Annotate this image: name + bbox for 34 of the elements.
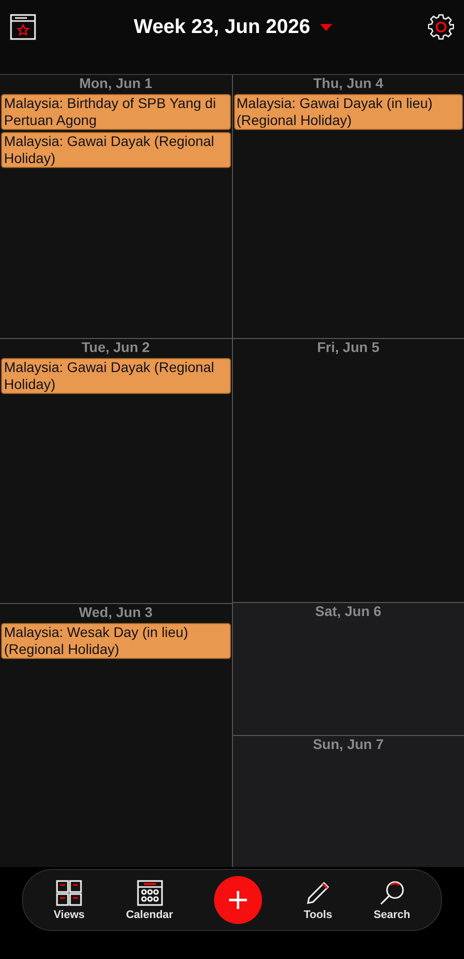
tab-button[interactable]: Tools xyxy=(304,879,332,921)
day-label: Thu, Jun 4 xyxy=(313,75,384,92)
event[interactable]: Malaysia: Gawai Dayak (Regional Holiday) xyxy=(1,358,230,394)
star-calendar-icon xyxy=(10,14,36,40)
tab-button[interactable]: Views xyxy=(54,879,85,921)
tab-button[interactable]: Calendar xyxy=(126,879,174,921)
favorites-button[interactable] xyxy=(10,14,38,42)
day-label: Sat, Jun 6 xyxy=(315,603,382,620)
grid-icon xyxy=(55,879,84,907)
day-label: Mon, Jun 1 xyxy=(79,75,152,92)
plus-icon xyxy=(228,890,248,910)
day-cell[interactable]: Sat, Jun 6 xyxy=(232,602,464,734)
calendar-icon xyxy=(136,879,164,907)
day-label: Sun, Jun 7 xyxy=(312,736,384,752)
add-button[interactable] xyxy=(214,876,262,924)
day-label: Tue, Jun 2 xyxy=(82,339,150,356)
day-cell[interactable]: Thu, Jun 4 Malaysia: Gawai Dayak (in lieu) (Regional Holiday) xyxy=(232,75,464,338)
tab-button[interactable]: Search xyxy=(374,879,410,921)
day-cell[interactable]: Mon, Jun 1 Malaysia: Birthday of SPB Yang di Pertuan Agong Malaysia: Gawai Dayak (Regional Holiday) xyxy=(0,75,232,338)
event[interactable]: Malaysia: Gawai Dayak (Regional Holiday) xyxy=(1,132,230,168)
week-title-button[interactable]: Week 23, Jun 2026 xyxy=(134,16,332,39)
event[interactable]: Malaysia: Birthday of SPB Yang di Pertuan Agong xyxy=(1,94,230,130)
search-icon xyxy=(378,879,406,907)
event[interactable]: Malaysia: Wesak Day (in lieu) (Regional Holiday) xyxy=(1,622,230,659)
day-cell[interactable]: Fri, Jun 5 xyxy=(232,338,464,602)
day-cell[interactable]: Sun, Jun 7 xyxy=(232,734,464,867)
settings-icon xyxy=(428,14,454,40)
caret-icon xyxy=(320,24,332,31)
day-cell[interactable]: Wed, Jun 3 Malaysia: Wesak Day (in lieu) (Regional Holiday) xyxy=(0,602,232,867)
day-label: Fri, Jun 5 xyxy=(317,339,380,356)
day-label: Wed, Jun 3 xyxy=(78,604,153,621)
event[interactable]: Malaysia: Gawai Dayak (in lieu) (Regional Holiday) xyxy=(234,94,463,130)
day-cell[interactable]: Tue, Jun 2 Malaysia: Gawai Dayak (Regional Holiday) xyxy=(0,338,232,603)
settings-button[interactable] xyxy=(428,14,456,42)
